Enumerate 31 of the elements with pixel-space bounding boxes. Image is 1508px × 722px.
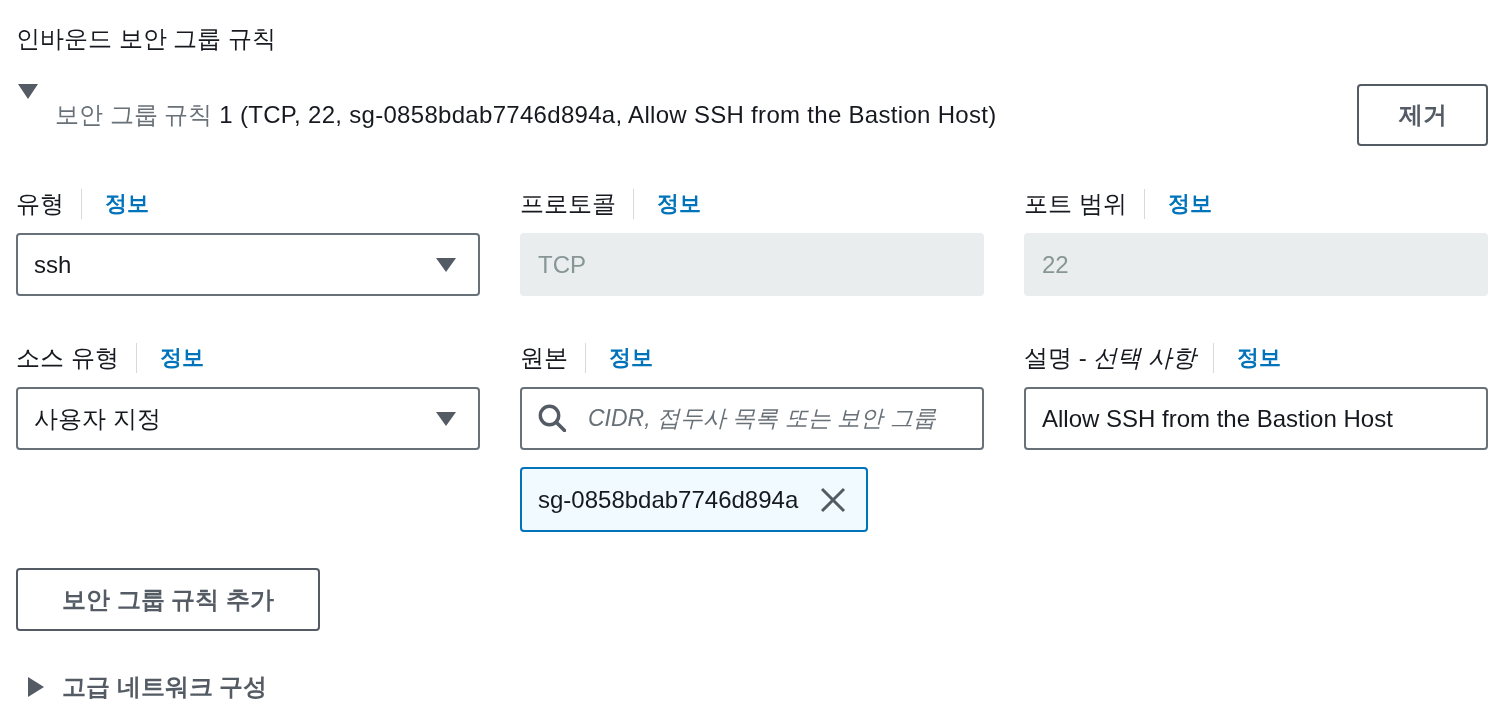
remove-button[interactable]: 제거	[1357, 84, 1488, 146]
select-field[interactable]: 사용자 지정	[16, 387, 480, 450]
search-icon	[538, 404, 566, 432]
info-link[interactable]: 정보	[1237, 343, 1281, 373]
rule-label: 보안 그룹 규칙	[55, 100, 213, 130]
close-icon[interactable]	[820, 486, 847, 513]
readonly-field: 22	[1024, 233, 1488, 296]
info-link[interactable]: 정보	[1167, 189, 1212, 219]
caret-down-icon[interactable]	[18, 84, 38, 99]
field-label: 원본	[520, 343, 568, 373]
info-link[interactable]: 정보	[159, 343, 204, 373]
field-label: 소스 유형	[16, 343, 119, 373]
caret-down-icon	[436, 411, 456, 426]
field-label: 포트 범위	[1024, 189, 1127, 219]
field-label: 유형	[16, 189, 64, 219]
info-link[interactable]: 정보	[105, 189, 149, 219]
readonly-field: TCP	[520, 233, 984, 296]
search-field[interactable]: CIDR, 접두사 목록 또는 보안 그룹	[520, 387, 984, 450]
caret-right-icon[interactable]	[28, 677, 44, 697]
token-label: sg-0858bdab7746d894a	[538, 485, 799, 514]
field-label: 설명 - 선택 사항	[1024, 343, 1196, 373]
section-title: 인바운드 보안 그룹 규칙	[16, 24, 276, 54]
info-link[interactable]: 정보	[657, 189, 701, 219]
add-rule-button[interactable]: 보안 그룹 규칙 추가	[16, 568, 320, 631]
rule-summary: 1 (TCP, 22, sg-0858bdab7746d894a, Allow SSH from the Bastion Host)	[219, 100, 997, 130]
select-field[interactable]: ssh	[16, 233, 480, 296]
info-link[interactable]: 정보	[609, 343, 653, 373]
advanced-settings-toggle[interactable]: 고급 네트워크 구성	[62, 671, 268, 703]
text-field[interactable]: Allow SSH from the Bastion Host	[1024, 387, 1488, 450]
caret-down-icon	[436, 257, 456, 272]
field-label: 프로토콜	[520, 189, 616, 219]
